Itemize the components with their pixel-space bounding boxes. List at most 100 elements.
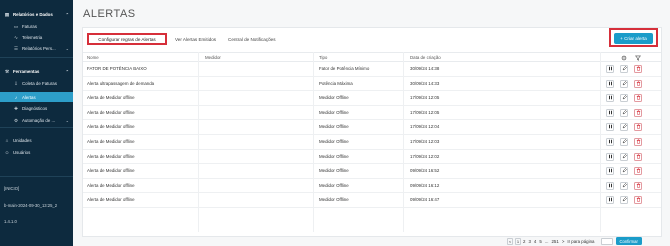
sidebar-item-4[interactable]: ⚒ Ferramentas ⌃	[0, 67, 73, 76]
cell-data: 17/09/24 12:04	[410, 124, 440, 130]
page-5[interactable]: 5	[539, 239, 541, 244]
prev-page-button[interactable]: <	[507, 237, 513, 245]
table-row[interactable]: Alerta de Medidor offline Medidor Offline…	[83, 91, 661, 106]
pause-button[interactable]	[606, 138, 614, 146]
sidebar-item-9[interactable]: ⌂ Unidades	[0, 136, 73, 145]
table-row[interactable]: FATOR DE POTÊNCIA BAIXO Fator de Potência…	[83, 62, 661, 77]
trash-icon	[636, 95, 641, 101]
table-row[interactable]: Alerta de Medidor offline Medidor Offline…	[83, 193, 661, 208]
pause-button[interactable]	[606, 108, 614, 117]
chevron-down-icon[interactable]: ⌄	[66, 118, 69, 123]
delete-button[interactable]	[634, 94, 642, 103]
edit-button[interactable]	[620, 152, 628, 161]
delete-button[interactable]	[634, 108, 642, 117]
sidebar-item-label: Telemetria	[22, 35, 43, 40]
settings-icon[interactable]	[620, 54, 627, 61]
page-2[interactable]: 2	[523, 239, 525, 244]
chevron-down-icon[interactable]: ⌄	[66, 46, 69, 51]
sidebar-item-7[interactable]: ✚ Diagnósticos	[0, 104, 73, 113]
delete-button[interactable]	[634, 79, 642, 88]
pause-button[interactable]	[606, 94, 614, 103]
confirm-page-button[interactable]: Confirmar	[615, 237, 642, 245]
edit-button[interactable]	[620, 65, 628, 73]
edit-button[interactable]	[620, 196, 628, 205]
create-alert-button[interactable]: + Criar alerta	[614, 33, 653, 44]
alerts-card: Configurar regras de Alertas Ver Alertas…	[82, 27, 662, 237]
edit-button[interactable]	[620, 138, 628, 146]
table-row[interactable]: Alerta de Medidor offline Medidor Offline…	[83, 164, 661, 179]
delete-button[interactable]	[634, 167, 642, 176]
trash-icon	[636, 80, 641, 87]
page-3[interactable]: 3	[528, 239, 530, 244]
delete-button[interactable]	[634, 123, 642, 132]
tab-configure-rules[interactable]: Configurar regras de Alertas	[87, 33, 167, 45]
delete-button[interactable]	[634, 181, 642, 190]
trash-icon	[636, 197, 641, 203]
delete-button[interactable]	[634, 65, 642, 73]
tab-notification-center[interactable]: Central de Notificações	[228, 33, 276, 45]
edit-button[interactable]	[620, 79, 628, 88]
chevron-up-icon[interactable]: ⌃	[66, 69, 69, 74]
pause-button[interactable]	[606, 123, 614, 132]
delete-button[interactable]	[634, 138, 642, 146]
sidebar-divider	[0, 176, 73, 177]
tab-issued-alerts[interactable]: Ver Alertas Emitidos	[175, 33, 216, 45]
pause-icon	[608, 139, 613, 145]
cell-nome: Alerta de Medidor offline	[87, 109, 135, 115]
column-header-tipo[interactable]: Tipo	[319, 55, 327, 60]
sidebar-item-3[interactable]: ☰ Relatórios Pers... ⌄	[0, 44, 73, 53]
cell-tipo: Medidor Offline	[319, 197, 349, 203]
sidebar-item-2[interactable]: ∿ Telemetria	[0, 33, 73, 42]
table-row[interactable]: Alerta de Medidor offline Medidor Offline…	[83, 120, 661, 135]
page-...[interactable]: ...	[545, 239, 549, 244]
sidebar-meta-2: 1.4.1.0	[4, 219, 17, 224]
edit-button[interactable]	[620, 123, 628, 132]
pencil-icon	[622, 139, 627, 145]
chevron-up-icon[interactable]: ⌃	[66, 12, 69, 17]
pause-button[interactable]	[606, 152, 614, 161]
table-row[interactable]: Alerta de Medidor offline Medidor Offline…	[83, 150, 661, 165]
table-header: Nome Medidor Tipo Data de criação	[83, 52, 661, 62]
sidebar-item-8[interactable]: ⚙ Automação de ... ⌄	[0, 116, 73, 125]
pause-button[interactable]	[606, 196, 614, 205]
pause-icon	[608, 66, 613, 72]
column-header-data[interactable]: Data de criação	[410, 55, 441, 60]
page-4[interactable]: 4	[534, 239, 536, 244]
goto-page-input[interactable]	[600, 237, 613, 245]
pause-button[interactable]	[606, 65, 614, 73]
delete-button[interactable]	[634, 152, 642, 161]
column-header-nome[interactable]: Nome	[87, 55, 99, 60]
sidebar-item-label: Usuários	[13, 150, 31, 155]
pause-button[interactable]	[606, 181, 614, 190]
trash-icon	[636, 139, 641, 145]
page-1[interactable]: 1	[515, 237, 521, 245]
pause-button[interactable]	[606, 167, 614, 176]
edit-button[interactable]	[620, 181, 628, 190]
edit-button[interactable]	[620, 108, 628, 117]
sidebar-item-6[interactable]: ♪ Alertas	[0, 92, 73, 102]
cell-tipo: Medidor Offline	[319, 182, 349, 188]
sidebar-item-0[interactable]: ▤ Relatórios e Dados ⌃	[0, 10, 73, 19]
next-page-button[interactable]: >	[562, 239, 565, 244]
user-icon: ☺	[4, 150, 10, 155]
table-row[interactable]: Alerta de Medidor offline Medidor Offline…	[83, 179, 661, 194]
filter-icon[interactable]	[634, 54, 641, 61]
pencil-icon	[622, 124, 627, 130]
table-row[interactable]: Alerta de Medidor offline Medidor Offline…	[83, 106, 661, 121]
page-251[interactable]: 251	[551, 239, 558, 244]
delete-button[interactable]	[634, 196, 642, 205]
sidebar-item-5[interactable]: ⇩ Coleta de Faturas	[0, 79, 73, 88]
sidebar-divider	[0, 57, 73, 58]
pause-button[interactable]	[606, 79, 614, 88]
table-row[interactable]: Alerta de Medidor offline Medidor Offline…	[83, 135, 661, 150]
cell-tipo: Medidor Offline	[319, 124, 349, 130]
table-row[interactable]: Alerta ultrapassagem de demanda Potência …	[83, 77, 661, 92]
pencil-icon	[622, 182, 627, 189]
sidebar-item-1[interactable]: ▭ Faturas	[0, 22, 73, 31]
pause-icon	[608, 183, 613, 189]
edit-button[interactable]	[620, 94, 628, 103]
edit-button[interactable]	[620, 167, 628, 176]
column-header-medidor[interactable]: Medidor	[205, 55, 221, 60]
sidebar-item-10[interactable]: ☺ Usuários	[0, 148, 73, 157]
cell-data: 30/09/24 14:38	[410, 66, 440, 71]
